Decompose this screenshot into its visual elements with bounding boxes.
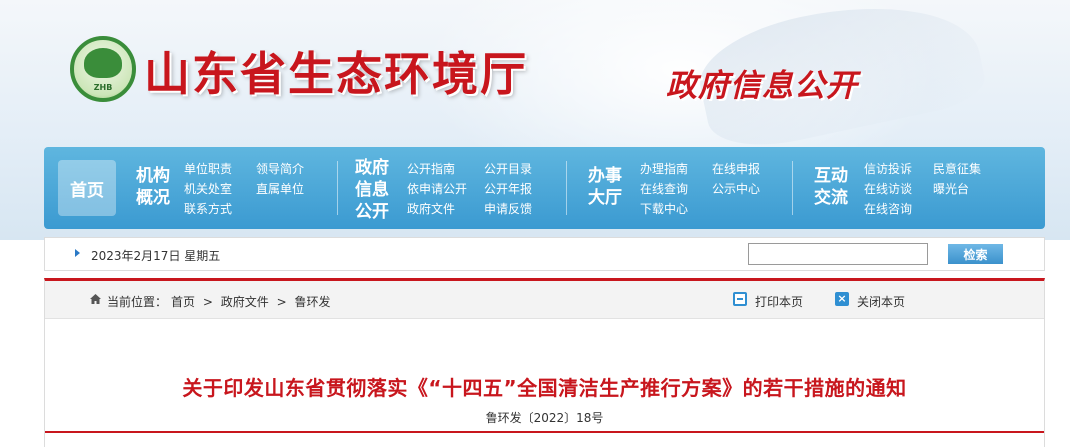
nav-category-line: 信息	[355, 180, 389, 200]
close-page-link[interactable]: 关闭本页	[857, 293, 905, 310]
main-nav: 首页 机构 概况 单位职责 领导简介 机关处室 直属单位 联系方式 政府 信息 …	[44, 147, 1045, 229]
nav-link[interactable]: 联系方式	[184, 200, 232, 217]
nav-category-line: 公开	[355, 202, 389, 222]
nav-category-line: 概况	[136, 188, 170, 208]
print-icon[interactable]	[733, 292, 747, 306]
nav-link[interactable]: 曝光台	[933, 180, 969, 197]
print-page-link[interactable]: 打印本页	[755, 293, 803, 310]
nav-link[interactable]: 领导简介	[256, 160, 304, 177]
nav-link[interactable]: 直属单位	[256, 180, 304, 197]
nav-category-institution[interactable]: 机构 概况	[136, 165, 170, 209]
nav-link[interactable]: 在线申报	[712, 160, 760, 177]
nav-link[interactable]: 政府文件	[407, 200, 455, 217]
nav-link[interactable]: 公示中心	[712, 180, 760, 197]
nav-category-line: 大厅	[588, 188, 622, 208]
nav-category-line: 政府	[355, 158, 389, 178]
nav-category-line: 交流	[814, 188, 848, 208]
search-button[interactable]: 检索	[948, 244, 1003, 264]
date-search-bar: 2023年2月17日 星期五 检索	[44, 237, 1045, 271]
breadcrumb: 当前位置： 首页 > 政府文件 > 鲁环发	[105, 293, 333, 310]
nav-category-gov-info[interactable]: 政府 信息 公开	[355, 157, 389, 223]
close-icon[interactable]: ×	[835, 292, 849, 306]
nav-link[interactable]: 民意征集	[933, 160, 981, 177]
nav-link[interactable]: 在线查询	[640, 180, 688, 197]
breadcrumb-bar: 当前位置： 首页 > 政府文件 > 鲁环发 打印本页 × 关闭本页	[45, 281, 1044, 319]
ministry-logo-icon: ZHB	[70, 36, 136, 102]
breadcrumb-separator: >	[276, 295, 287, 309]
breadcrumb-link-luhuanfa[interactable]: 鲁环发	[294, 295, 330, 309]
nav-link[interactable]: 单位职责	[184, 160, 232, 177]
article-panel: 当前位置： 首页 > 政府文件 > 鲁环发 打印本页 × 关闭本页 关于印发山东省…	[44, 278, 1045, 447]
breadcrumb-link-home[interactable]: 首页	[171, 295, 195, 309]
document-number: 鲁环发〔2022〕18号	[485, 411, 604, 425]
nav-category-interaction[interactable]: 互动 交流	[814, 165, 848, 209]
breadcrumb-prefix: 当前位置：	[107, 295, 168, 309]
search-input[interactable]	[748, 243, 928, 265]
logo-text: ZHB	[93, 83, 113, 92]
nav-category-line: 机构	[136, 166, 170, 186]
triangle-right-icon	[75, 249, 80, 257]
nav-link[interactable]: 依申请公开	[407, 180, 467, 197]
red-divider	[45, 431, 1044, 433]
nav-link[interactable]: 在线咨询	[864, 200, 912, 217]
home-icon	[90, 294, 101, 304]
document-title: 关于印发山东省贯彻落实《“十四五”全国清洁生产推行方案》的若干措施的通知	[182, 376, 907, 400]
nav-divider	[792, 161, 793, 215]
breadcrumb-link-gov-docs[interactable]: 政府文件	[221, 295, 269, 309]
nav-divider	[337, 161, 338, 215]
nav-link[interactable]: 办理指南	[640, 160, 688, 177]
nav-link[interactable]: 申请反馈	[484, 200, 532, 217]
current-date: 2023年2月17日 星期五	[91, 249, 221, 263]
nav-link[interactable]: 机关处室	[184, 180, 232, 197]
nav-link[interactable]: 信访投诉	[864, 160, 912, 177]
logo-emblem	[84, 48, 122, 78]
nav-category-line: 办事	[588, 166, 622, 186]
nav-link[interactable]: 公开指南	[407, 160, 455, 177]
nav-link[interactable]: 下载中心	[640, 200, 688, 217]
nav-link[interactable]: 公开目录	[484, 160, 532, 177]
nav-home-button[interactable]: 首页	[58, 160, 116, 216]
site-title: 山东省生态环境厅	[144, 47, 528, 101]
nav-link[interactable]: 在线访谈	[864, 180, 912, 197]
breadcrumb-separator: >	[202, 295, 213, 309]
nav-divider	[566, 161, 567, 215]
nav-category-line: 互动	[814, 166, 848, 186]
nav-link[interactable]: 公开年报	[484, 180, 532, 197]
site-subtitle: 政府信息公开	[666, 68, 858, 104]
nav-category-service-hall[interactable]: 办事 大厅	[588, 165, 622, 209]
